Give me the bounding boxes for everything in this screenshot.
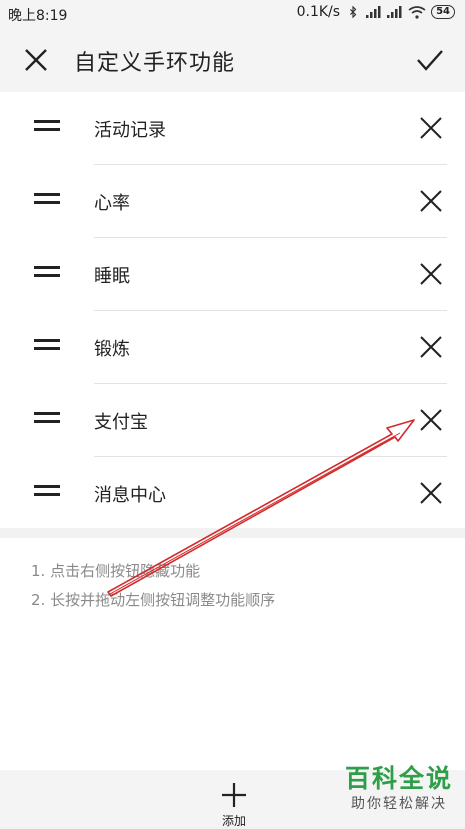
- battery-indicator: 54: [431, 5, 455, 19]
- function-list: 活动记录 心率 睡眠 锻炼 支付宝 消息中心: [0, 92, 465, 528]
- tip-text: 1. 点击右侧按钮隐藏功能: [31, 562, 201, 580]
- wifi-icon: [408, 5, 426, 19]
- remove-icon[interactable]: [419, 481, 443, 505]
- list-item[interactable]: 锻炼: [0, 311, 465, 384]
- drag-handle-icon[interactable]: [34, 266, 60, 282]
- bluetooth-icon: [350, 6, 357, 18]
- status-bar: 晚上8:19 0.1K/s 54: [0, 0, 465, 28]
- drag-handle-icon[interactable]: [34, 120, 60, 136]
- plus-icon: [222, 783, 246, 807]
- add-label: 添加: [221, 814, 246, 828]
- remove-icon[interactable]: [419, 335, 443, 359]
- list-item[interactable]: 睡眠: [0, 238, 465, 311]
- list-item[interactable]: 心率: [0, 165, 465, 238]
- drag-handle-icon[interactable]: [34, 412, 60, 428]
- watermark-logo: 百科全说 助你轻松解决: [341, 763, 457, 823]
- tips-section: 1. 点击右侧按钮隐藏功能 2. 长按并拖动左侧按钮调整功能顺序: [0, 538, 465, 770]
- remove-icon[interactable]: [419, 262, 443, 286]
- drag-handle-icon[interactable]: [34, 485, 60, 501]
- function-label: 支付宝: [94, 412, 148, 433]
- function-label: 消息中心: [94, 485, 166, 506]
- check-icon[interactable]: [415, 45, 445, 75]
- status-indicators: 0.1K/s 54: [297, 4, 455, 20]
- remove-icon[interactable]: [419, 408, 443, 432]
- remove-icon[interactable]: [419, 189, 443, 213]
- signal-icon: [366, 6, 381, 18]
- remove-icon[interactable]: [419, 116, 443, 140]
- function-label: 睡眠: [94, 266, 130, 287]
- drag-handle-icon[interactable]: [34, 339, 60, 355]
- function-label: 锻炼: [94, 339, 130, 360]
- signal-icon-2: [387, 6, 402, 18]
- tip-text: 2. 长按并拖动左侧按钮调整功能顺序: [31, 591, 276, 609]
- add-button[interactable]: 添加: [212, 778, 256, 828]
- drag-handle-icon[interactable]: [34, 193, 60, 209]
- function-label: 心率: [94, 193, 130, 214]
- header: 自定义手环功能: [0, 28, 465, 92]
- page-title: 自定义手环功能: [74, 51, 236, 76]
- watermark-subtitle: 助你轻松解决: [351, 796, 447, 812]
- list-item[interactable]: 活动记录: [0, 92, 465, 165]
- list-item[interactable]: 消息中心: [0, 457, 465, 530]
- list-item[interactable]: 支付宝: [0, 384, 465, 457]
- status-time: 晚上8:19: [8, 8, 68, 24]
- watermark-title: 百科全说: [344, 764, 453, 793]
- close-icon[interactable]: [22, 46, 50, 74]
- network-speed: 0.1K/s: [296, 4, 341, 20]
- function-label: 活动记录: [94, 120, 166, 141]
